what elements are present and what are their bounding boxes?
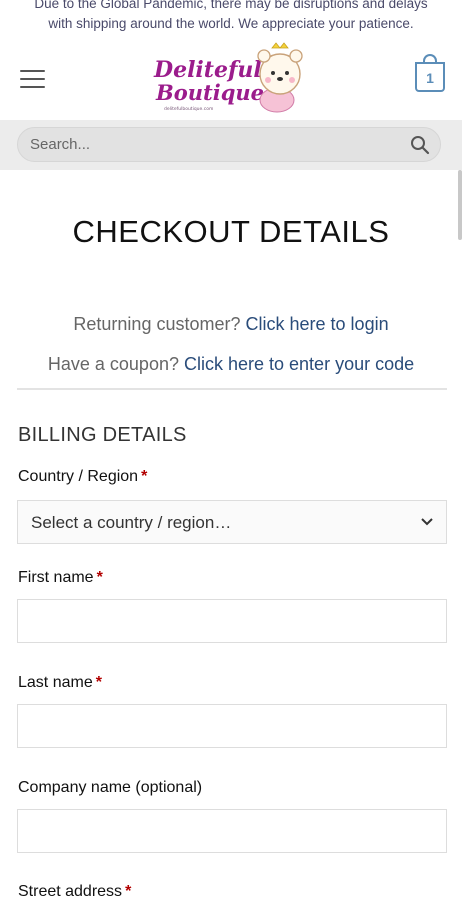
country-label-text: Country / Region <box>18 468 139 485</box>
company-name-label: Company name (optional) <box>18 779 202 797</box>
logo-url-text: delitefulboutique.com <box>164 106 213 112</box>
search-input[interactable] <box>30 128 390 161</box>
first-name-field[interactable] <box>17 599 447 643</box>
last-name-field[interactable] <box>17 704 447 748</box>
notice-line-1: Due to the Global Pandemic, there may be… <box>34 0 428 11</box>
search-icon[interactable] <box>410 135 430 155</box>
login-link[interactable]: Click here to login <box>246 314 389 334</box>
street-address-label-text: Street address <box>18 883 123 900</box>
returning-customer-text: Returning customer? <box>73 314 241 334</box>
notice-line-2: with shipping around the world. We appre… <box>48 16 414 31</box>
shipping-notice-banner: Due to the Global Pandemic, there may be… <box>0 0 462 40</box>
required-marker: * <box>125 883 132 900</box>
enter-coupon-link[interactable]: Click here to enter your code <box>184 354 414 374</box>
chevron-down-icon <box>421 518 433 526</box>
first-name-label-text: First name <box>18 569 94 586</box>
company-name-label-text: Company name (optional) <box>18 779 203 796</box>
street-address-label: Street address * <box>18 883 131 901</box>
company-name-field[interactable] <box>17 809 447 853</box>
search-bar <box>0 120 462 170</box>
last-name-label: Last name * <box>18 674 102 692</box>
country-label: Country / Region * <box>18 468 147 486</box>
coupon-text: Have a coupon? <box>47 354 179 374</box>
required-marker: * <box>141 468 148 485</box>
logo-text-boutique: Boutique <box>155 80 264 105</box>
cart-icon[interactable]: 1 <box>415 54 445 92</box>
site-logo[interactable]: Deliteful Boutique delitefulboutique.com <box>152 42 312 118</box>
last-name-label-text: Last name <box>18 674 93 691</box>
search-field <box>17 127 441 162</box>
site-header: Deliteful Boutique delitefulboutique.com… <box>0 40 462 120</box>
required-marker: * <box>96 569 103 586</box>
returning-customer-notice: Returning customer? Click here to login <box>0 314 462 335</box>
menu-icon[interactable] <box>20 70 45 88</box>
first-name-label: First name * <box>18 569 103 587</box>
country-select[interactable]: Select a country / region… <box>17 500 447 544</box>
required-marker: * <box>95 674 102 691</box>
billing-details-heading: BILLING DETAILS <box>18 424 187 446</box>
bear-mascot-icon <box>257 42 303 113</box>
page-title: CHECKOUT DETAILS <box>72 214 390 249</box>
coupon-notice: Have a coupon? Click here to enter your … <box>0 354 462 375</box>
divider <box>17 388 447 390</box>
cart-count: 1 <box>426 70 434 86</box>
country-select-value: Select a country / region… <box>31 513 232 532</box>
